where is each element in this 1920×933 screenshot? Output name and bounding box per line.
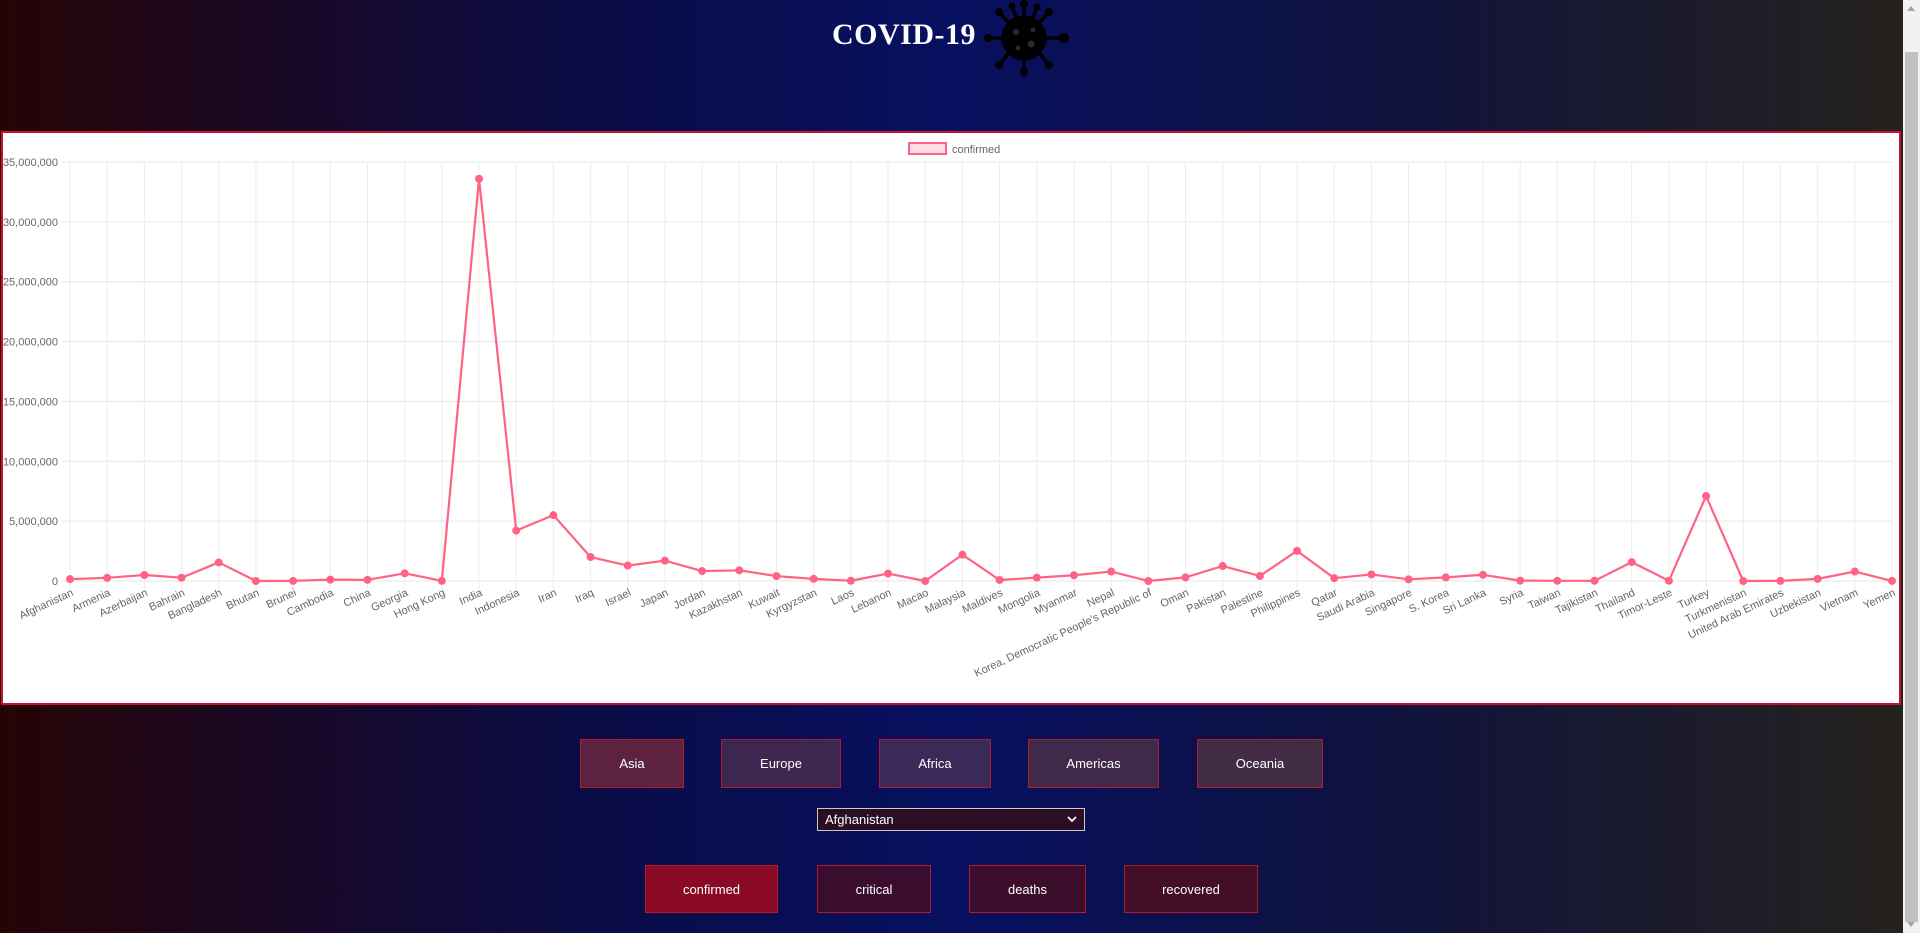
- data-point: [1181, 573, 1190, 582]
- x-tick-label: Vietnam: [1819, 587, 1860, 615]
- country-select-value: Afghanistan: [825, 812, 894, 827]
- data-point: [660, 556, 669, 565]
- data-point: [1441, 573, 1450, 582]
- data-point: [623, 561, 632, 570]
- confirmed-line-chart: 0 5,000,000 10,000,000 15,000,000 20,000,000…: [3, 142, 1898, 680]
- data-point: [1107, 567, 1116, 576]
- x-tick-label: Sri Lanka: [1441, 586, 1489, 617]
- y-tick-label: 15,000,000: [3, 396, 58, 408]
- data-point: [846, 576, 855, 585]
- region-button-africa[interactable]: Africa: [879, 739, 991, 788]
- x-tick-label: Yemen: [1862, 587, 1898, 612]
- data-point: [1218, 562, 1227, 571]
- data-point: [1478, 570, 1487, 579]
- data-point: [1664, 576, 1673, 585]
- data-point: [958, 550, 967, 559]
- metric-button-deaths[interactable]: deaths: [969, 865, 1086, 913]
- x-tick-label: Iran: [536, 587, 558, 606]
- data-point: [1776, 576, 1785, 585]
- x-tick-label: Bhutan: [225, 587, 262, 613]
- data-point: [1144, 577, 1153, 585]
- x-tick-label: Israel: [604, 587, 633, 609]
- chart-card: 0 5,000,000 10,000,000 15,000,000 20,000,000…: [1, 131, 1901, 705]
- data-point: [1739, 577, 1748, 585]
- page-title: COVID-19: [832, 18, 976, 51]
- data-point: [698, 567, 707, 576]
- vertical-scrollbar[interactable]: [1903, 0, 1920, 933]
- data-point: [884, 569, 893, 578]
- metric-button-confirmed[interactable]: confirmed: [645, 865, 778, 913]
- region-button-asia[interactable]: Asia: [580, 739, 684, 788]
- data-point: [772, 572, 781, 581]
- y-tick-label: 25,000,000: [3, 277, 58, 289]
- data-point: [549, 511, 558, 520]
- data-point: [1293, 546, 1302, 555]
- data-point: [735, 566, 744, 575]
- x-tick-label: Afghanistan: [18, 587, 76, 622]
- data-point: [140, 571, 149, 580]
- data-point: [1590, 576, 1599, 585]
- y-tick-label: 30,000,000: [3, 217, 58, 229]
- region-button-americas[interactable]: Americas: [1028, 739, 1159, 788]
- x-tick-label: Iraq: [574, 587, 596, 606]
- y-tick-label: 5,000,000: [9, 516, 58, 528]
- x-tick-label: Syria: [1498, 586, 1527, 608]
- x-tick-label: Japan: [638, 587, 670, 611]
- data-point: [1627, 558, 1636, 567]
- data-point: [1553, 576, 1562, 585]
- x-tick-label: Tajikistan: [1554, 587, 1600, 617]
- data-point: [363, 575, 372, 584]
- x-tick-label: China: [342, 586, 374, 609]
- y-tick-label: 20,000,000: [3, 337, 58, 349]
- data-point: [1702, 492, 1711, 501]
- data-point: [177, 573, 186, 582]
- data-point: [1069, 571, 1078, 580]
- legend-label: confirmed: [952, 144, 1000, 156]
- metric-button-recovered[interactable]: recovered: [1124, 865, 1258, 913]
- data-point: [995, 575, 1004, 584]
- metric-button-critical[interactable]: critical: [817, 865, 931, 913]
- data-point: [1850, 567, 1859, 576]
- data-point: [1404, 575, 1413, 584]
- page-header: COVID-19: [0, 0, 1900, 80]
- data-point: [437, 576, 446, 585]
- data-point: [1255, 571, 1264, 580]
- data-point: [1813, 574, 1822, 583]
- data-point: [103, 573, 112, 582]
- data-point: [66, 575, 74, 584]
- metric-selector: confirmed critical deaths recovered: [0, 865, 1900, 913]
- data-point: [475, 174, 484, 183]
- region-selector: Asia Europe Africa Americas Oceania: [0, 739, 1900, 788]
- data-point: [809, 574, 818, 583]
- data-point: [1888, 576, 1896, 585]
- country-select[interactable]: Afghanistan: [817, 808, 1085, 831]
- region-button-europe[interactable]: Europe: [721, 739, 841, 788]
- data-point: [1330, 574, 1339, 583]
- chevron-down-icon: [1067, 816, 1077, 823]
- scroll-up-icon[interactable]: [1907, 6, 1915, 11]
- data-point: [921, 576, 930, 585]
- region-button-oceania[interactable]: Oceania: [1197, 739, 1323, 788]
- y-tick-label: 10,000,000: [3, 456, 58, 468]
- legend-swatch: [908, 142, 947, 155]
- x-tick-label: Myanmar: [1033, 587, 1080, 617]
- data-point: [586, 553, 595, 562]
- scrollbar-thumb[interactable]: [1905, 52, 1918, 922]
- virus-icon: [984, 0, 1069, 76]
- x-tick-label: Lebanon: [849, 587, 893, 616]
- y-tick-label: 35,000,000: [3, 157, 58, 169]
- data-point: [289, 576, 298, 585]
- data-point: [1032, 573, 1041, 582]
- data-point: [512, 526, 521, 535]
- x-tick-label: Malaysia: [923, 586, 968, 616]
- scroll-down-icon[interactable]: [1907, 922, 1915, 927]
- data-point: [1516, 576, 1525, 585]
- data-point: [400, 569, 409, 578]
- data-point: [214, 558, 223, 567]
- data-point: [251, 576, 260, 585]
- data-point: [326, 575, 335, 584]
- data-point: [1367, 570, 1376, 579]
- y-tick-label: 0: [52, 576, 58, 588]
